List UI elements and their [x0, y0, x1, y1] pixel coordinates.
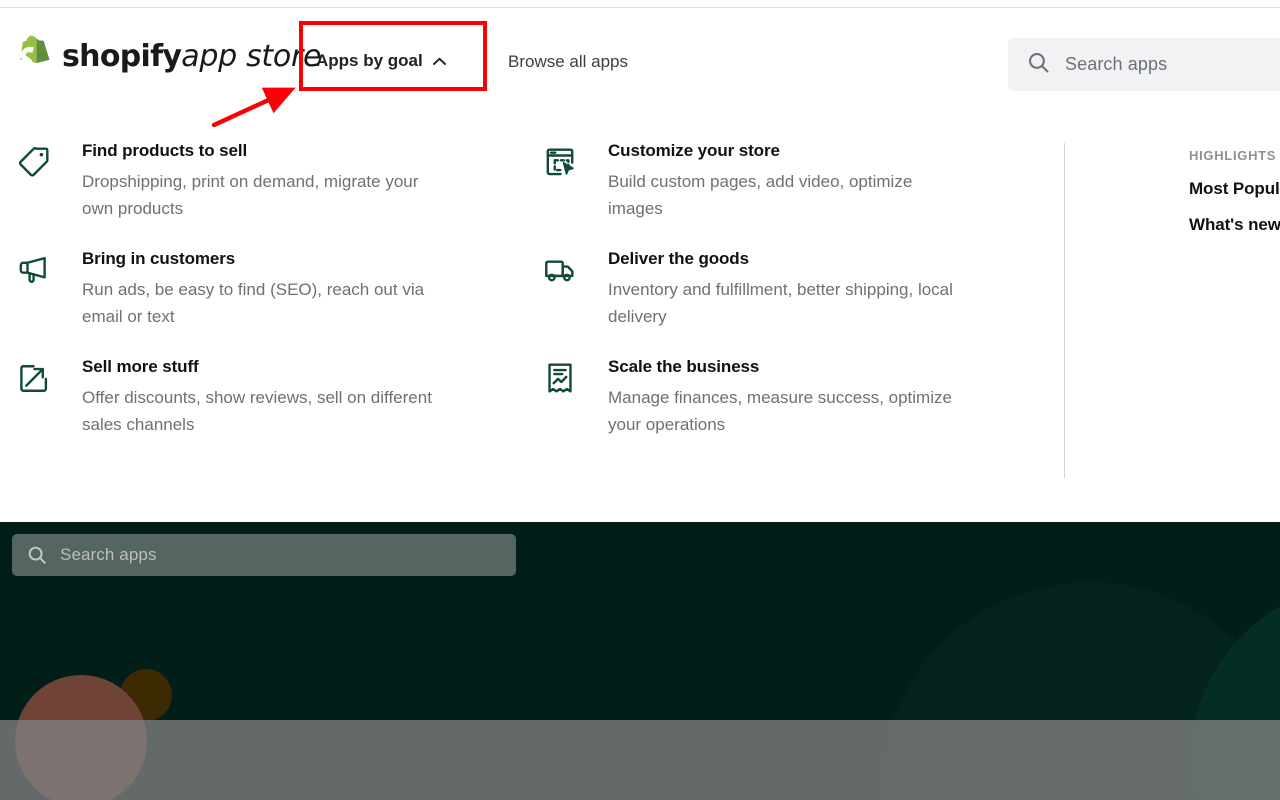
delivery-truck-icon	[542, 252, 578, 288]
shopify-app-store-logo[interactable]: shopifyapp store	[16, 34, 321, 80]
app-store-page: Search apps shopifyapp store Apps	[0, 0, 1280, 800]
hero-search-input[interactable]: Search apps	[12, 534, 516, 576]
goal-description: Inventory and fulfillment, better shippi…	[608, 276, 958, 330]
megaphone-icon	[16, 252, 52, 288]
logo-wordmark: shopifyapp store	[62, 42, 321, 72]
goal-title: Deliver the goods	[608, 248, 958, 270]
goal-item-deliver-the-goods[interactable]: Deliver the goods Inventory and fulfillm…	[542, 248, 982, 330]
highlights-link-most-popular[interactable]: Most Popular	[1189, 179, 1280, 199]
growth-arrow-icon	[16, 360, 52, 396]
goal-item-bring-in-customers[interactable]: Bring in customers Run ads, be easy to f…	[16, 248, 456, 330]
search-icon	[26, 544, 48, 566]
goal-item-customize-your-store[interactable]: Customize your store Build custom pages,…	[542, 140, 982, 222]
nav-apps-by-goal[interactable]: Apps by goal	[316, 51, 446, 71]
goal-title: Scale the business	[608, 356, 958, 378]
goal-text: Bring in customers Run ads, be easy to f…	[82, 248, 432, 330]
search-icon	[1026, 50, 1051, 80]
goal-column-right: Customize your store Build custom pages,…	[542, 140, 982, 464]
goal-description: Build custom pages, add video, optimize …	[608, 168, 958, 222]
browser-cursor-icon	[542, 144, 578, 180]
goal-description: Manage finances, measure success, optimi…	[608, 384, 958, 438]
highlights-section: HIGHLIGHTS Most Popular What's new	[1189, 148, 1280, 235]
goal-item-scale-the-business[interactable]: Scale the business Manage finances, meas…	[542, 356, 982, 438]
highlights-label: HIGHLIGHTS	[1189, 148, 1280, 163]
nav-apps-by-goal-label: Apps by goal	[316, 51, 423, 71]
goal-text: Deliver the goods Inventory and fulfillm…	[608, 248, 958, 330]
site-header: shopifyapp store Apps by goal Browse all…	[0, 8, 1280, 100]
goal-text: Customize your store Build custom pages,…	[608, 140, 958, 222]
price-tag-icon	[16, 144, 52, 180]
goal-text: Scale the business Manage finances, meas…	[608, 356, 958, 438]
apps-by-goal-dropdown: Find products to sell Dropshipping, prin…	[0, 100, 1280, 522]
goal-item-find-products-to-sell[interactable]: Find products to sell Dropshipping, prin…	[16, 140, 456, 222]
hero-decorative-circle-large	[15, 675, 147, 800]
goal-text: Sell more stuff Offer discounts, show re…	[82, 356, 432, 438]
header-search-placeholder: Search apps	[1065, 54, 1167, 75]
shopify-bag-icon	[16, 33, 53, 81]
logo-word-app-store: app store	[181, 39, 321, 74]
nav-browse-all-apps-label: Browse all apps	[508, 52, 628, 71]
goal-title: Find products to sell	[82, 140, 432, 162]
goal-description: Run ads, be easy to find (SEO), reach ou…	[82, 276, 432, 330]
hero-search-placeholder: Search apps	[60, 545, 157, 565]
goal-title: Customize your store	[608, 140, 958, 162]
header-search-input[interactable]: Search apps	[1008, 38, 1280, 91]
goal-title: Sell more stuff	[82, 356, 432, 378]
chevron-up-icon	[433, 51, 446, 71]
goal-title: Bring in customers	[82, 248, 432, 270]
logo-word-shopify: shopify	[62, 39, 181, 74]
goal-description: Dropshipping, print on demand, migrate y…	[82, 168, 432, 222]
header-and-dropdown-panel: shopifyapp store Apps by goal Browse all…	[0, 0, 1280, 522]
nav-browse-all-apps[interactable]: Browse all apps	[508, 52, 628, 72]
goal-item-sell-more-stuff[interactable]: Sell more stuff Offer discounts, show re…	[16, 356, 456, 438]
goal-column-left: Find products to sell Dropshipping, prin…	[16, 140, 456, 464]
report-chart-icon	[542, 360, 578, 396]
goal-text: Find products to sell Dropshipping, prin…	[82, 140, 432, 222]
dropdown-vertical-divider	[1064, 143, 1065, 478]
goal-description: Offer discounts, show reviews, sell on d…	[82, 384, 432, 438]
highlights-link-whats-new[interactable]: What's new	[1189, 215, 1280, 235]
